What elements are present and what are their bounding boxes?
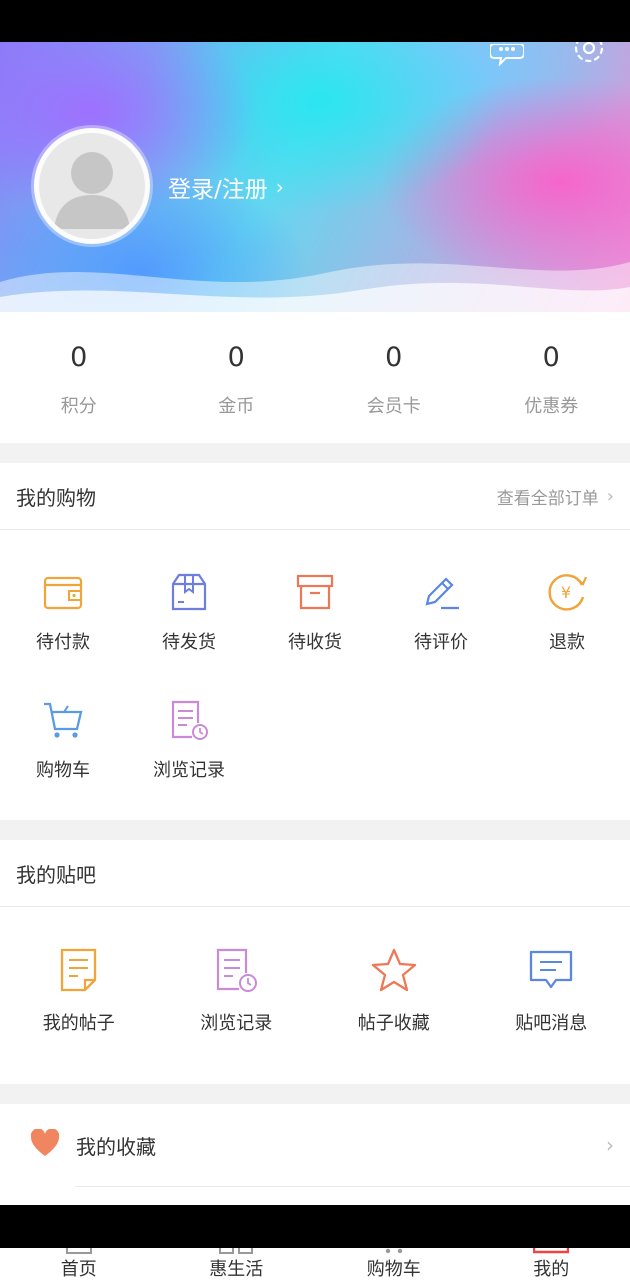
order-pending-review[interactable]: 待评价 xyxy=(378,530,504,658)
stat-label: 会员卡 xyxy=(366,396,421,417)
tab-hui-life[interactable]: 惠生活 xyxy=(158,1248,316,1280)
gear-icon[interactable] xyxy=(569,42,609,66)
tieba-browse-history[interactable]: 浏览记录 xyxy=(158,907,316,1085)
box-icon xyxy=(167,570,211,614)
my-shopping-card: 我的购物 查看全部订单 › 待付款 待发货 待收货 待评价 ¥ 退款 购物车 浏… xyxy=(0,463,630,820)
my-posts[interactable]: 我的帖子 xyxy=(0,907,158,1085)
tab-label: 我的 xyxy=(533,1259,570,1280)
my-favorites-row[interactable]: 我的收藏 › xyxy=(0,1104,630,1186)
bottom-tab-bar: 首页 惠生活 购物车 我的 xyxy=(0,1248,630,1280)
tab-label: 首页 xyxy=(60,1259,97,1280)
tieba-grid: 我的帖子 浏览记录 帖子收藏 贴吧消息 xyxy=(0,907,630,1085)
tab-label: 惠生活 xyxy=(209,1259,264,1280)
stat-value: 0 xyxy=(385,342,403,373)
stat-points[interactable]: 0 积分 xyxy=(0,312,158,443)
stat-coins[interactable]: 0 金币 xyxy=(158,312,316,443)
shopping-grid: 待付款 待发货 待收货 待评价 ¥ 退款 购物车 浏览记录 xyxy=(0,530,630,786)
order-pending-payment[interactable]: 待付款 xyxy=(0,530,126,658)
svg-text:¥: ¥ xyxy=(561,583,571,602)
wave-decoration xyxy=(0,262,630,312)
section-title: 我的购物 xyxy=(16,485,96,510)
divider xyxy=(75,1186,630,1187)
my-shopping-header: 我的购物 查看全部订单 › xyxy=(0,463,630,530)
chevron-right-icon: › xyxy=(606,1133,614,1157)
chat-icon[interactable] xyxy=(487,42,527,66)
tab-cart[interactable]: 购物车 xyxy=(315,1248,473,1280)
message-icon xyxy=(528,947,574,993)
tab-label: 购物车 xyxy=(366,1259,421,1280)
view-all-orders-link[interactable]: 查看全部订单 › xyxy=(497,484,614,509)
life-icon xyxy=(219,1248,254,1254)
cart-icon xyxy=(385,1248,402,1254)
my-favorites-section: 我的收藏 › xyxy=(0,1104,630,1205)
package-icon xyxy=(293,570,337,614)
stat-value: 0 xyxy=(70,342,88,373)
star-icon xyxy=(371,947,417,993)
login-register-link[interactable]: 登录/注册 › xyxy=(168,170,284,204)
order-pending-receipt[interactable]: 待收货 xyxy=(252,530,378,658)
grid-item-label: 待评价 xyxy=(414,632,468,653)
heart-icon xyxy=(30,1128,60,1161)
order-pending-shipment[interactable]: 待发货 xyxy=(126,530,252,658)
pen-icon xyxy=(419,570,463,614)
tab-home[interactable]: 首页 xyxy=(0,1248,158,1280)
tieba-messages[interactable]: 贴吧消息 xyxy=(473,907,630,1085)
post-favorites[interactable]: 帖子收藏 xyxy=(315,907,473,1085)
home-icon xyxy=(65,1248,92,1254)
chevron-right-icon: › xyxy=(606,485,614,507)
stat-label: 积分 xyxy=(60,396,97,417)
shopping-cart-entry[interactable]: 购物车 xyxy=(0,658,126,786)
profile-icon xyxy=(533,1248,570,1254)
refund-icon: ¥ xyxy=(545,570,589,614)
grid-item-label: 待收货 xyxy=(288,632,342,653)
order-refund[interactable]: ¥ 退款 xyxy=(504,530,630,658)
grid-item-label: 浏览记录 xyxy=(200,1013,273,1034)
stat-label: 优惠券 xyxy=(524,396,579,417)
stat-label: 金币 xyxy=(218,396,255,417)
history-icon xyxy=(167,698,211,742)
chevron-right-icon: › xyxy=(275,175,284,199)
my-tieba-header: 我的贴吧 xyxy=(0,840,630,907)
history-icon xyxy=(213,947,259,993)
section-title: 我的贴吧 xyxy=(16,862,96,887)
stats-bar: 0 积分 0 金币 0 会员卡 0 优惠券 xyxy=(0,312,630,443)
cart-icon xyxy=(41,698,85,742)
stat-value: 0 xyxy=(227,342,245,373)
my-tieba-card: 我的贴吧 我的帖子 浏览记录 帖子收藏 贴吧消息 xyxy=(0,840,630,1084)
grid-item-label: 购物车 xyxy=(36,760,90,781)
tab-mine[interactable]: 我的 xyxy=(473,1248,630,1280)
stat-coupons[interactable]: 0 优惠券 xyxy=(473,312,630,443)
stat-member-card[interactable]: 0 会员卡 xyxy=(315,312,473,443)
stat-value: 0 xyxy=(542,342,560,373)
grid-item-label: 帖子收藏 xyxy=(357,1013,430,1034)
post-icon xyxy=(56,947,102,993)
wallet-icon xyxy=(41,570,85,614)
grid-item-label: 浏览记录 xyxy=(153,760,225,781)
browse-history-entry[interactable]: 浏览记录 xyxy=(126,658,252,786)
profile-header: 登录/注册 › xyxy=(0,42,630,312)
login-label: 登录/注册 xyxy=(168,177,268,203)
view-all-orders-label: 查看全部订单 xyxy=(496,488,599,509)
grid-item-label: 待发货 xyxy=(162,632,216,653)
grid-item-label: 待付款 xyxy=(36,632,90,653)
grid-item-label: 我的帖子 xyxy=(42,1013,115,1034)
status-bar xyxy=(0,0,630,42)
grid-item-label: 退款 xyxy=(549,632,585,653)
avatar[interactable] xyxy=(34,128,150,244)
my-favorites-label: 我的收藏 xyxy=(76,1134,156,1159)
grid-item-label: 贴吧消息 xyxy=(515,1013,588,1034)
overlay-bar xyxy=(0,1205,630,1248)
